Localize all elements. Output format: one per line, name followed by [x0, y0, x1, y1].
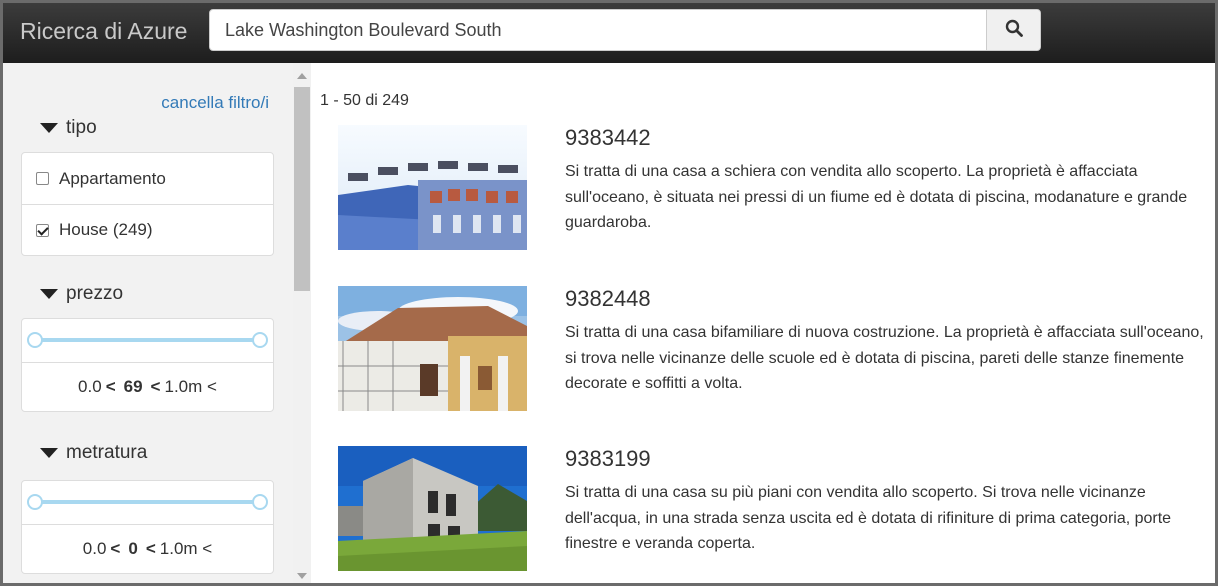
top-navbar: Ricerca di Azure	[3, 3, 1215, 63]
facet-price-toggle[interactable]: prezzo	[40, 283, 123, 305]
range-sep: <	[110, 539, 121, 558]
search-input[interactable]	[210, 10, 986, 50]
facet-type-toggle[interactable]: tipo	[40, 117, 97, 139]
facet-price-panel: 0.0 < 69 < 1.0m <	[21, 318, 274, 412]
facet-area-title: metratura	[66, 442, 148, 463]
area-slider[interactable]	[22, 481, 273, 525]
range-count: 69	[123, 377, 143, 396]
search-icon	[1005, 19, 1023, 42]
range-sep: <	[150, 377, 161, 396]
caret-down-icon	[40, 289, 58, 299]
price-range-text: 0.0 < 69 < 1.0m <	[22, 363, 273, 411]
range-count: 0	[128, 539, 138, 558]
facet-type-title: tipo	[66, 117, 97, 138]
scroll-up-arrow-icon[interactable]	[297, 73, 307, 79]
result-thumbnail[interactable]	[338, 446, 527, 571]
result-id[interactable]: 9383442	[565, 125, 651, 151]
slider-min-handle[interactable]	[27, 494, 43, 510]
area-range-text: 0.0 < 0 < 1.0m <	[22, 525, 273, 573]
price-slider[interactable]	[22, 319, 273, 363]
slider-min-handle[interactable]	[27, 332, 43, 348]
caret-down-icon	[40, 448, 58, 458]
scrollbar-thumb[interactable]	[294, 87, 310, 291]
result-id[interactable]: 9382448	[565, 286, 651, 312]
brand-title[interactable]: Ricerca di Azure	[20, 18, 187, 45]
result-description: Si tratta di una casa bifamiliare di nuo…	[565, 324, 1204, 392]
facet-option-appartamento[interactable]: Appartamento	[22, 153, 273, 204]
slider-track	[35, 500, 260, 504]
facet-area-toggle[interactable]: metratura	[40, 442, 147, 464]
sidebar-scrollbar[interactable]	[293, 63, 311, 583]
slider-max-handle[interactable]	[252, 332, 268, 348]
search-bar	[209, 9, 1041, 51]
result-description: Si tratta di una casa a schiera con vend…	[565, 163, 1188, 231]
result-thumbnail[interactable]	[338, 286, 527, 411]
range-max: 1.0m <	[164, 377, 217, 396]
range-sep: <	[105, 377, 116, 396]
result-description: Si tratta di una casa su più piani con v…	[565, 484, 1172, 552]
app-window: Ricerca di Azure cancella filtro/i tipo	[0, 0, 1218, 586]
checkbox-appartamento[interactable]	[36, 172, 49, 185]
facet-option-label: House (249)	[59, 220, 153, 239]
results-count: 1 - 50 di 249	[320, 92, 409, 109]
facet-price-title: prezzo	[66, 283, 124, 304]
clear-filters-link[interactable]: cancella filtro/i	[161, 93, 269, 113]
range-max: 1.0m <	[159, 539, 213, 558]
slider-track	[35, 338, 260, 342]
facet-option-house[interactable]: House (249)	[22, 204, 273, 255]
range-sep: <	[145, 539, 156, 558]
filter-sidebar: cancella filtro/i tipo Appartamento Hous…	[3, 63, 293, 583]
slider-max-handle[interactable]	[252, 494, 268, 510]
caret-down-icon	[40, 123, 58, 133]
facet-type-panel: Appartamento House (249)	[21, 152, 274, 256]
range-min: 0.0	[82, 539, 107, 558]
scroll-down-arrow-icon[interactable]	[297, 573, 307, 579]
result-id[interactable]: 9383199	[565, 446, 651, 472]
range-min: 0.0	[78, 377, 102, 396]
result-thumbnail[interactable]	[338, 125, 527, 250]
facet-option-label: Appartamento	[59, 168, 166, 188]
facet-area-panel: 0.0 < 0 < 1.0m <	[21, 480, 274, 574]
search-button[interactable]	[986, 10, 1040, 50]
checkbox-house[interactable]	[36, 223, 49, 237]
